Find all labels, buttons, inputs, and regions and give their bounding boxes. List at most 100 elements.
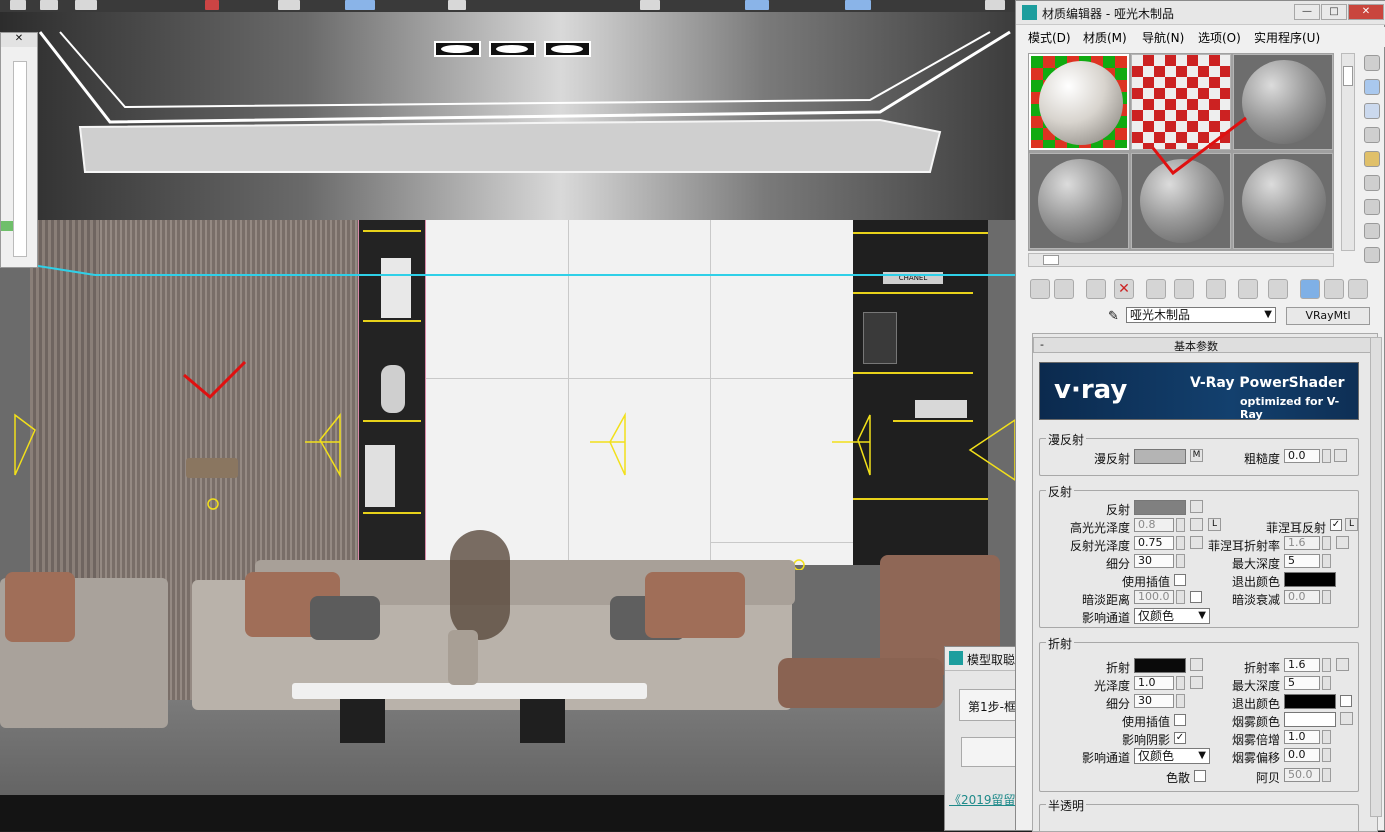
subdivs-spinner[interactable]: 30 [1134,694,1174,708]
fresnel-lock-button[interactable]: L [1345,518,1358,531]
minimize-button[interactable]: — [1294,4,1320,20]
rollout-scrollbar[interactable] [1370,337,1382,817]
assign-material-icon[interactable] [1086,279,1106,299]
spinner-arrows[interactable] [1176,694,1185,708]
affect-shadows-checkbox[interactable]: ✓ [1174,732,1186,744]
dim-distance-spinner[interactable]: 100.0 [1134,590,1174,604]
toolbar-icon[interactable] [845,0,871,10]
fog-mult-spinner[interactable]: 1.0 [1284,730,1320,744]
abbe-spinner[interactable]: 50.0 [1284,768,1320,782]
spinner-arrows[interactable] [1322,676,1331,690]
uv-tiling-icon[interactable] [1364,127,1380,143]
slots-vertical-scrollbar[interactable] [1341,53,1355,251]
dim-distance-checkbox[interactable] [1190,591,1202,603]
close-button[interactable]: ✕ [1348,4,1384,20]
roughness-spinner[interactable]: 0.0 [1284,449,1320,463]
reflect-map-button[interactable] [1190,500,1203,513]
toolbar-icon[interactable] [75,0,97,10]
refract-map-button[interactable] [1190,658,1203,671]
spinner-arrows[interactable] [1176,590,1185,604]
step-button[interactable]: 第1步-框 [959,689,1020,721]
fog-color-swatch[interactable] [1284,712,1336,727]
go-to-parent-icon[interactable] [1324,279,1344,299]
toolbar-icon[interactable] [278,0,300,10]
toolbar-icon[interactable] [640,0,660,10]
diffuse-map-button[interactable]: M [1190,449,1203,462]
max-depth-spinner[interactable]: 5 [1284,676,1320,690]
subdivs-spinner[interactable]: 30 [1134,554,1174,568]
material-id-icon[interactable] [1238,279,1258,299]
toolbar-icon[interactable] [345,0,375,10]
material-editor-titlebar[interactable]: 材质编辑器 - 哑光木制品 — □ ✕ [1016,1,1385,25]
refract-gloss-map-button[interactable] [1190,676,1203,689]
fog-bias-spinner[interactable]: 0.0 [1284,748,1320,762]
refract-color-swatch[interactable] [1134,658,1186,673]
use-interp-checkbox[interactable] [1174,574,1186,586]
spinner-arrows[interactable] [1322,658,1331,672]
menu-utilities[interactable]: 实用程序(U) [1254,29,1320,46]
menu-mode[interactable]: 模式(D) [1028,29,1071,46]
fog-color-map-button[interactable] [1340,712,1353,725]
spinner-arrows[interactable] [1322,536,1331,550]
hilight-gloss-map-button[interactable] [1190,518,1203,531]
affect-channels-dropdown[interactable]: 仅颜色 ▼ [1134,608,1210,624]
dim-falloff-spinner[interactable]: 0.0 [1284,590,1320,604]
max-depth-spinner[interactable]: 5 [1284,554,1320,568]
fresnel-ior-spinner[interactable]: 1.6 [1284,536,1320,550]
spinner-arrows[interactable] [1322,748,1331,762]
hilight-gloss-spinner[interactable]: 0.8 [1134,518,1174,532]
rollout-header[interactable]: - 基本参数 [1033,337,1373,353]
toolbar-icon[interactable] [205,0,219,10]
copy-material-icon[interactable] [1146,279,1166,299]
select-by-material-icon[interactable] [1364,223,1380,239]
refl-gloss-spinner[interactable]: 0.75 [1134,536,1174,550]
exit-color-checkbox[interactable] [1340,695,1352,707]
model-dialog-titlebar[interactable]: 模型取聪 [945,647,1020,671]
spinner-arrows[interactable] [1176,676,1185,690]
eyedropper-icon[interactable]: ✎ [1108,309,1119,324]
put-to-library-icon[interactable] [1206,279,1226,299]
reset-icon[interactable]: ✕ [1114,279,1134,299]
spinner-arrows[interactable] [1176,518,1185,532]
put-to-scene-icon[interactable] [1054,279,1074,299]
menu-material[interactable]: 材质(M) [1083,29,1127,46]
restore-button[interactable]: □ [1321,4,1347,20]
toolbar-icon[interactable] [985,0,1005,10]
reflect-color-swatch[interactable] [1134,500,1186,515]
material-editor-window[interactable]: 材质编辑器 - 哑光木制品 — □ ✕ 模式(D) 材质(M) 导航(N) 选项… [1015,0,1385,832]
diffuse-color-swatch[interactable] [1134,449,1186,464]
spinner-arrows[interactable] [1322,730,1331,744]
options-icon[interactable] [1364,199,1380,215]
make-preview-icon[interactable] [1364,175,1380,191]
spinner-arrows[interactable] [1176,536,1185,550]
show-end-result-icon[interactable] [1300,279,1320,299]
spinner-arrows[interactable] [1322,768,1331,782]
roughness-spinner-arrows[interactable] [1322,449,1331,463]
exit-color-swatch[interactable] [1284,694,1336,709]
video-color-icon[interactable] [1364,151,1380,167]
show-map-icon[interactable] [1268,279,1288,299]
use-interp-checkbox[interactable] [1174,714,1186,726]
toolbar-icon[interactable] [448,0,466,10]
close-icon[interactable]: ✕ [1,33,37,47]
get-material-icon[interactable] [1030,279,1050,299]
spinner-arrows[interactable] [1322,554,1331,568]
go-forward-icon[interactable] [1348,279,1368,299]
ior-spinner[interactable]: 1.6 [1284,658,1320,672]
affect-channels-dropdown[interactable]: 仅颜色 ▼ [1134,748,1210,764]
refract-gloss-spinner[interactable]: 1.0 [1134,676,1174,690]
backlight-icon[interactable] [1364,79,1380,95]
ior-map-button[interactable] [1336,658,1349,671]
roughness-map-button[interactable] [1334,449,1347,462]
dialog-field[interactable] [961,737,1020,767]
left-floating-panel[interactable]: ✕ [0,32,38,268]
material-name-field[interactable]: 哑光木制品 ▼ [1126,307,1276,323]
background-icon[interactable] [1364,103,1380,119]
material-type-button[interactable]: VRayMtl [1286,307,1370,325]
panel-scrollbar[interactable] [13,61,27,257]
toolbar-icon[interactable] [745,0,769,10]
dispersion-checkbox[interactable] [1194,770,1206,782]
spinner-arrows[interactable] [1322,590,1331,604]
fresnel-ior-map-button[interactable] [1336,536,1349,549]
exit-color-swatch[interactable] [1284,572,1336,587]
